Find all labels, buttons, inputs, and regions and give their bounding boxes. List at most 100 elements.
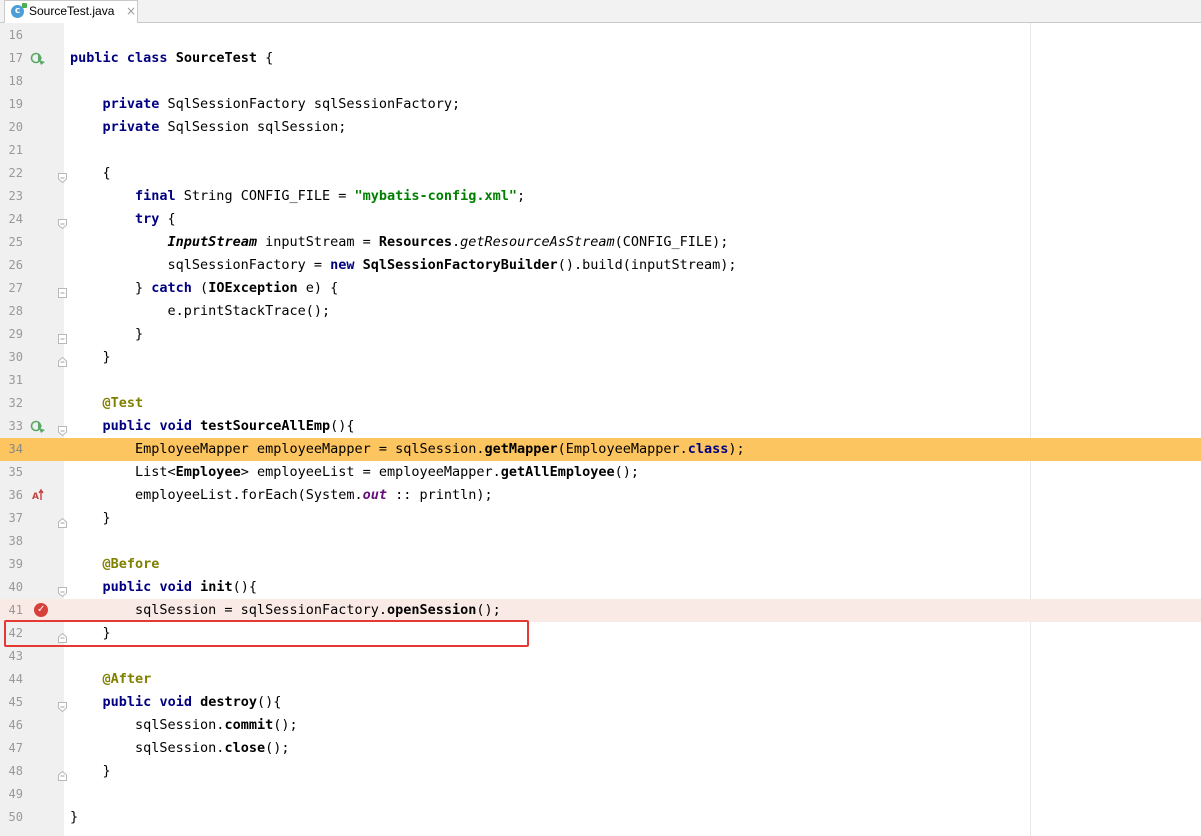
- code-line[interactable]: 18: [0, 70, 1201, 93]
- code-text: public class SourceTest {: [70, 50, 274, 66]
- code-line[interactable]: 24 try {: [0, 208, 1201, 231]
- code-text: }: [70, 809, 79, 825]
- overriding-method-icon[interactable]: A: [30, 488, 46, 503]
- code-line[interactable]: 17 public class SourceTest {: [0, 47, 1201, 70]
- code-text: @Before: [102, 556, 160, 572]
- line-number: 47: [8, 741, 23, 755]
- code-text: public void init(){: [102, 579, 257, 595]
- line-number: 43: [8, 649, 23, 663]
- line-number: 27: [8, 281, 23, 295]
- code-line[interactable]: 21: [0, 139, 1201, 162]
- code-line[interactable]: 25 InputStream inputStream = Resources.g…: [0, 231, 1201, 254]
- fold-marker-icon[interactable]: [58, 766, 67, 781]
- code-line[interactable]: 23 final String CONFIG_FILE = "mybatis-c…: [0, 185, 1201, 208]
- svg-text:A: A: [32, 492, 39, 502]
- fold-marker-icon[interactable]: [58, 283, 67, 298]
- close-icon[interactable]: ×: [126, 4, 136, 18]
- code-line[interactable]: 26 sqlSessionFactory = new SqlSessionFac…: [0, 254, 1201, 277]
- line-number: 30: [8, 350, 23, 364]
- fold-marker-icon[interactable]: [58, 329, 67, 344]
- line-number: 49: [8, 787, 23, 801]
- line-number: 32: [8, 396, 23, 410]
- line-number: 17: [8, 51, 23, 65]
- code-line[interactable]: 19 private SqlSessionFactory sqlSessionF…: [0, 93, 1201, 116]
- code-text: sqlSession.commit();: [70, 717, 298, 733]
- line-number: 36: [8, 488, 23, 502]
- fold-marker-icon[interactable]: [58, 214, 67, 230]
- fold-marker-icon[interactable]: [58, 352, 67, 367]
- code-editor[interactable]: 16 17 public class SourceTest { 18 19 privat…: [0, 23, 1201, 836]
- line-number: 19: [8, 97, 23, 111]
- code-line[interactable]: 28 e.printStackTrace();: [0, 300, 1201, 323]
- editor-tab-bar: c SourceTest.java ×: [0, 0, 1201, 23]
- code-line[interactable]: 41 ✓ sqlSession = sqlSessionFactory.openS…: [0, 599, 1201, 622]
- code-line[interactable]: 22 {: [0, 162, 1201, 185]
- code-text: @After: [102, 671, 152, 687]
- line-number: 20: [8, 120, 23, 134]
- fold-marker-icon[interactable]: [58, 513, 67, 528]
- code-text: sqlSession = sqlSessionFactory.openSessi…: [70, 602, 501, 618]
- code-line[interactable]: 32 @Test: [0, 392, 1201, 415]
- run-test-class-icon[interactable]: [30, 51, 46, 66]
- code-line[interactable]: 36 A employeeList.forEach(System.out :: p…: [0, 484, 1201, 507]
- line-number: 29: [8, 327, 23, 341]
- line-number: 48: [8, 764, 23, 778]
- fold-marker-icon[interactable]: [58, 168, 67, 184]
- code-text: e.printStackTrace();: [70, 303, 331, 319]
- code-line[interactable]: 46 sqlSession.commit();: [0, 714, 1201, 737]
- code-text: public void testSourceAllEmp(){: [102, 418, 355, 434]
- highlight-box: [4, 620, 529, 647]
- java-class-icon: c: [11, 3, 27, 18]
- code-text: {: [70, 165, 111, 181]
- line-number: 37: [8, 511, 23, 525]
- code-line[interactable]: 16: [0, 24, 1201, 47]
- line-number: 16: [8, 28, 23, 42]
- fold-marker-icon[interactable]: [58, 582, 67, 598]
- code-line[interactable]: 33 public void testSourceAllEmp(){: [0, 415, 1201, 438]
- run-test-method-icon[interactable]: [30, 419, 46, 434]
- line-number: 35: [8, 465, 23, 479]
- code-line[interactable]: 20 private SqlSession sqlSession;: [0, 116, 1201, 139]
- code-line[interactable]: 49: [0, 783, 1201, 806]
- code-line[interactable]: 47 sqlSession.close();: [0, 737, 1201, 760]
- code-line[interactable]: 43: [0, 645, 1201, 668]
- code-text: try {: [135, 211, 176, 227]
- code-text: private SqlSessionFactory sqlSessionFact…: [102, 96, 461, 112]
- fold-marker-icon[interactable]: [58, 421, 67, 437]
- code-line[interactable]: 29 }: [0, 323, 1201, 346]
- code-text: public void destroy(){: [102, 694, 282, 710]
- breakpoint-icon[interactable]: ✓: [34, 603, 48, 617]
- code-line[interactable]: 35 List<Employee> employeeList = employe…: [0, 461, 1201, 484]
- code-text: private SqlSession sqlSession;: [102, 119, 347, 135]
- code-line[interactable]: 27 } catch (IOException e) {: [0, 277, 1201, 300]
- code-line[interactable]: 34 EmployeeMapper employeeMapper = sqlSe…: [0, 438, 1201, 461]
- code-line[interactable]: 45 public void destroy(){: [0, 691, 1201, 714]
- line-number: 34: [8, 442, 23, 456]
- line-number: 44: [8, 672, 23, 686]
- line-number: 38: [8, 534, 23, 548]
- tab-source-test[interactable]: c SourceTest.java ×: [4, 0, 138, 23]
- code-text: sqlSession.close();: [70, 740, 290, 756]
- code-line[interactable]: 38: [0, 530, 1201, 553]
- code-line[interactable]: 44 @After: [0, 668, 1201, 691]
- code-text: InputStream inputStream = Resources.getR…: [167, 234, 729, 250]
- line-number: 45: [8, 695, 23, 709]
- line-number: 50: [8, 810, 23, 824]
- line-number: 18: [8, 74, 23, 88]
- fold-marker-icon[interactable]: [58, 697, 67, 713]
- line-number: 31: [8, 373, 23, 387]
- code-text: List<Employee> employeeList = employeeMa…: [70, 464, 639, 480]
- code-line[interactable]: 50}: [0, 806, 1201, 829]
- code-line[interactable]: 31: [0, 369, 1201, 392]
- line-number: 41: [8, 603, 23, 617]
- code-line[interactable]: 40 public void init(){: [0, 576, 1201, 599]
- code-text: }: [70, 763, 111, 779]
- code-line[interactable]: 30 }: [0, 346, 1201, 369]
- line-number: 46: [8, 718, 23, 732]
- code-line[interactable]: 37 }: [0, 507, 1201, 530]
- line-number: 24: [8, 212, 23, 226]
- line-number: 25: [8, 235, 23, 249]
- code-text: @Test: [102, 395, 144, 411]
- code-line[interactable]: 48 }: [0, 760, 1201, 783]
- code-line[interactable]: 39 @Before: [0, 553, 1201, 576]
